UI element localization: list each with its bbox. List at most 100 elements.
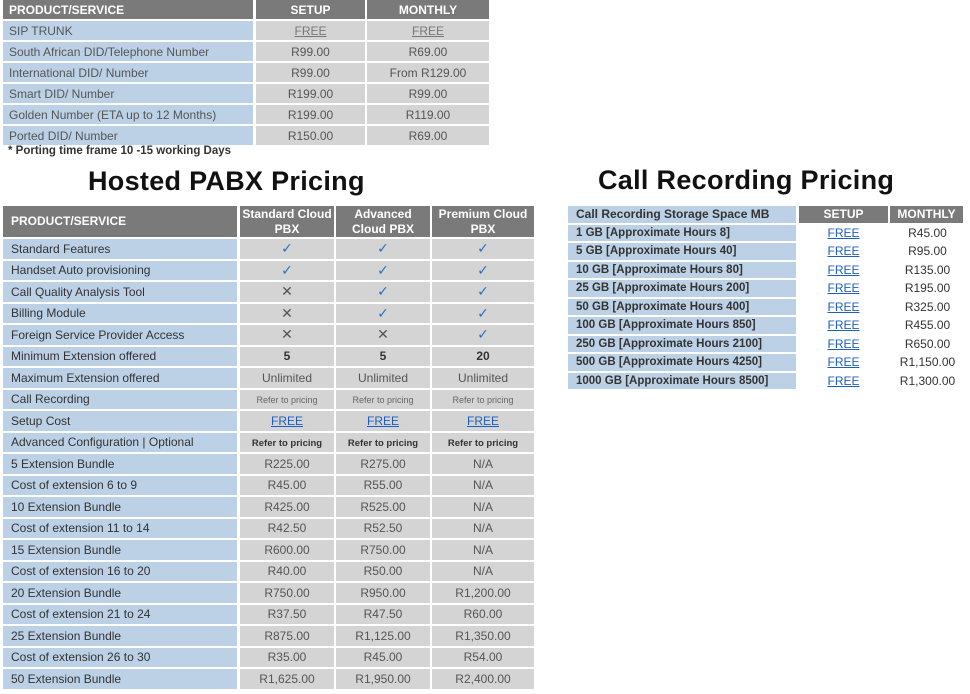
monthly-price: R45.00 bbox=[890, 224, 965, 243]
feature-cell: R50.00 bbox=[336, 561, 432, 583]
free-link[interactable]: FREE bbox=[827, 337, 859, 351]
feature-cell: R425.00 bbox=[240, 497, 336, 519]
cell-value: Refer to pricing bbox=[447, 438, 519, 450]
row-label: South African DID/Telephone Number bbox=[3, 42, 256, 63]
row-label: Billing Module bbox=[3, 303, 240, 325]
table-row: Call Recording Refer to pricing Refer to p… bbox=[3, 389, 536, 411]
monthly-price: R325.00 bbox=[890, 298, 965, 317]
free-link[interactable]: FREE bbox=[271, 414, 303, 428]
cell-value: R35.00 bbox=[267, 650, 307, 665]
cell-value: N/A bbox=[472, 456, 493, 471]
table-row: 500 GB [Approximate Hours 4250] FREE R1,15… bbox=[568, 354, 965, 373]
feature-cell: ✓ bbox=[432, 260, 536, 282]
free-link[interactable]: FREE bbox=[827, 226, 859, 240]
column-header: Advanced Cloud PBX bbox=[336, 206, 432, 239]
table-row: International DID/ Number R99.00 From R129… bbox=[3, 63, 491, 84]
column-header: MONTHLY bbox=[890, 206, 965, 225]
feature-cell: Unlimited bbox=[336, 368, 432, 390]
table-row: 100 GB [Approximate Hours 850] FREE R455.0… bbox=[568, 317, 965, 336]
free-link[interactable]: FREE bbox=[367, 414, 399, 428]
checkmark-icon: ✓ bbox=[477, 304, 489, 321]
feature-cell: ✓ bbox=[336, 303, 432, 325]
price-value: R150.00 bbox=[287, 128, 334, 143]
table-row: 10 Extension Bundle R425.00 R525.00 N/A bbox=[3, 497, 536, 519]
price-cell: From R129.00 bbox=[367, 63, 491, 84]
feature-cell: R875.00 bbox=[240, 626, 336, 648]
feature-cell: N/A bbox=[432, 561, 536, 583]
row-label: 500 GB [Approximate Hours 4250] bbox=[568, 354, 799, 373]
row-label: Smart DID/ Number bbox=[3, 84, 256, 105]
column-header: MONTHLY bbox=[367, 0, 491, 21]
cell-value: Refer to pricing bbox=[256, 395, 318, 406]
cell-value: R1,350.00 bbox=[455, 628, 511, 643]
cell-value: Refer to pricing bbox=[347, 438, 419, 450]
monthly-price: R195.00 bbox=[890, 280, 965, 299]
feature-cell: R45.00 bbox=[336, 647, 432, 669]
table-row: Cost of extension 16 to 20 R40.00 R50.00 N/… bbox=[3, 561, 536, 583]
cell-value: R42.50 bbox=[267, 521, 307, 536]
feature-cell: Unlimited bbox=[240, 368, 336, 390]
feature-cell: R55.00 bbox=[336, 475, 432, 497]
feature-cell: N/A bbox=[432, 540, 536, 562]
feature-cell: R54.00 bbox=[432, 647, 536, 669]
feature-cell: ✓ bbox=[336, 239, 432, 261]
checkmark-icon: ✓ bbox=[477, 326, 489, 343]
row-label: Advanced Configuration | Optional bbox=[3, 432, 240, 454]
checkmark-icon: ✓ bbox=[477, 261, 489, 278]
row-label: Call Recording bbox=[3, 389, 240, 411]
cell-value: R52.50 bbox=[363, 521, 403, 536]
row-label: 100 GB [Approximate Hours 850] bbox=[568, 317, 799, 336]
feature-cell: FREE bbox=[432, 411, 536, 433]
monthly-price: R1,300.00 bbox=[890, 372, 965, 391]
free-link[interactable]: FREE bbox=[467, 414, 499, 428]
checkmark-icon: ✓ bbox=[281, 240, 293, 257]
checkmark-icon: ✓ bbox=[377, 304, 389, 321]
feature-cell: 5 bbox=[336, 346, 432, 368]
feature-cell: R52.50 bbox=[336, 518, 432, 540]
feature-cell: Unlimited bbox=[432, 368, 536, 390]
table-row: 25 GB [Approximate Hours 200] FREE R195.00 bbox=[568, 280, 965, 299]
free-link[interactable]: FREE bbox=[827, 355, 859, 369]
cell-value: Refer to pricing bbox=[251, 438, 323, 450]
price-cell: R150.00 bbox=[256, 126, 367, 147]
cell-value: R1,950.00 bbox=[355, 671, 411, 686]
free-link[interactable]: FREE bbox=[827, 318, 859, 332]
feature-cell: ✓ bbox=[336, 260, 432, 282]
row-label: Cost of extension 26 to 30 bbox=[3, 647, 240, 669]
row-label: Setup Cost bbox=[3, 411, 240, 433]
setup-cell: FREE bbox=[799, 261, 890, 280]
feature-cell: R35.00 bbox=[240, 647, 336, 669]
column-header: SETUP bbox=[799, 206, 890, 225]
table-row: Minimum Extension offered 5 5 20 bbox=[3, 346, 536, 368]
free-link[interactable]: FREE bbox=[827, 374, 859, 388]
free-link[interactable]: FREE bbox=[827, 244, 859, 258]
price-value: R69.00 bbox=[408, 44, 448, 59]
pabx-pricing-table: PRODUCT/SERVICE Standard Cloud PBX Advan… bbox=[3, 206, 536, 691]
feature-cell: N/A bbox=[432, 497, 536, 519]
free-link[interactable]: FREE bbox=[827, 263, 859, 277]
cross-icon: ✕ bbox=[281, 283, 293, 300]
feature-cell: ✓ bbox=[432, 282, 536, 304]
feature-cell: ✓ bbox=[432, 303, 536, 325]
free-link[interactable]: FREE bbox=[827, 300, 859, 314]
column-header: Standard Cloud PBX bbox=[240, 206, 336, 239]
monthly-price: R95.00 bbox=[890, 243, 965, 262]
row-label: Call Quality Analysis Tool bbox=[3, 282, 240, 304]
porting-note: * Porting time frame 10 -15 working Days bbox=[8, 145, 232, 157]
cell-value: 20 bbox=[476, 349, 490, 364]
feature-cell: R1,950.00 bbox=[336, 669, 432, 691]
free-link[interactable]: FREE bbox=[827, 281, 859, 295]
table-row: Advanced Configuration | Optional Refer t… bbox=[3, 432, 536, 454]
table-row: Cost of extension 6 to 9 R45.00 R55.00 N/A bbox=[3, 475, 536, 497]
table-header-row: PRODUCT/SERVICE Standard Cloud PBX Advan… bbox=[3, 206, 536, 239]
price-value: FREE bbox=[294, 23, 327, 38]
price-cell: R199.00 bbox=[256, 105, 367, 126]
feature-cell: ✓ bbox=[432, 239, 536, 261]
table-row: Golden Number (ETA up to 12 Months) R199.… bbox=[3, 105, 491, 126]
row-label: Cost of extension 21 to 24 bbox=[3, 604, 240, 626]
row-label: 25 Extension Bundle bbox=[3, 626, 240, 648]
table-row: 50 Extension Bundle R1,625.00 R1,950.00 R2,… bbox=[3, 669, 536, 691]
cell-value: R275.00 bbox=[360, 456, 406, 471]
price-cell: R199.00 bbox=[256, 84, 367, 105]
row-label: 15 Extension Bundle bbox=[3, 540, 240, 562]
